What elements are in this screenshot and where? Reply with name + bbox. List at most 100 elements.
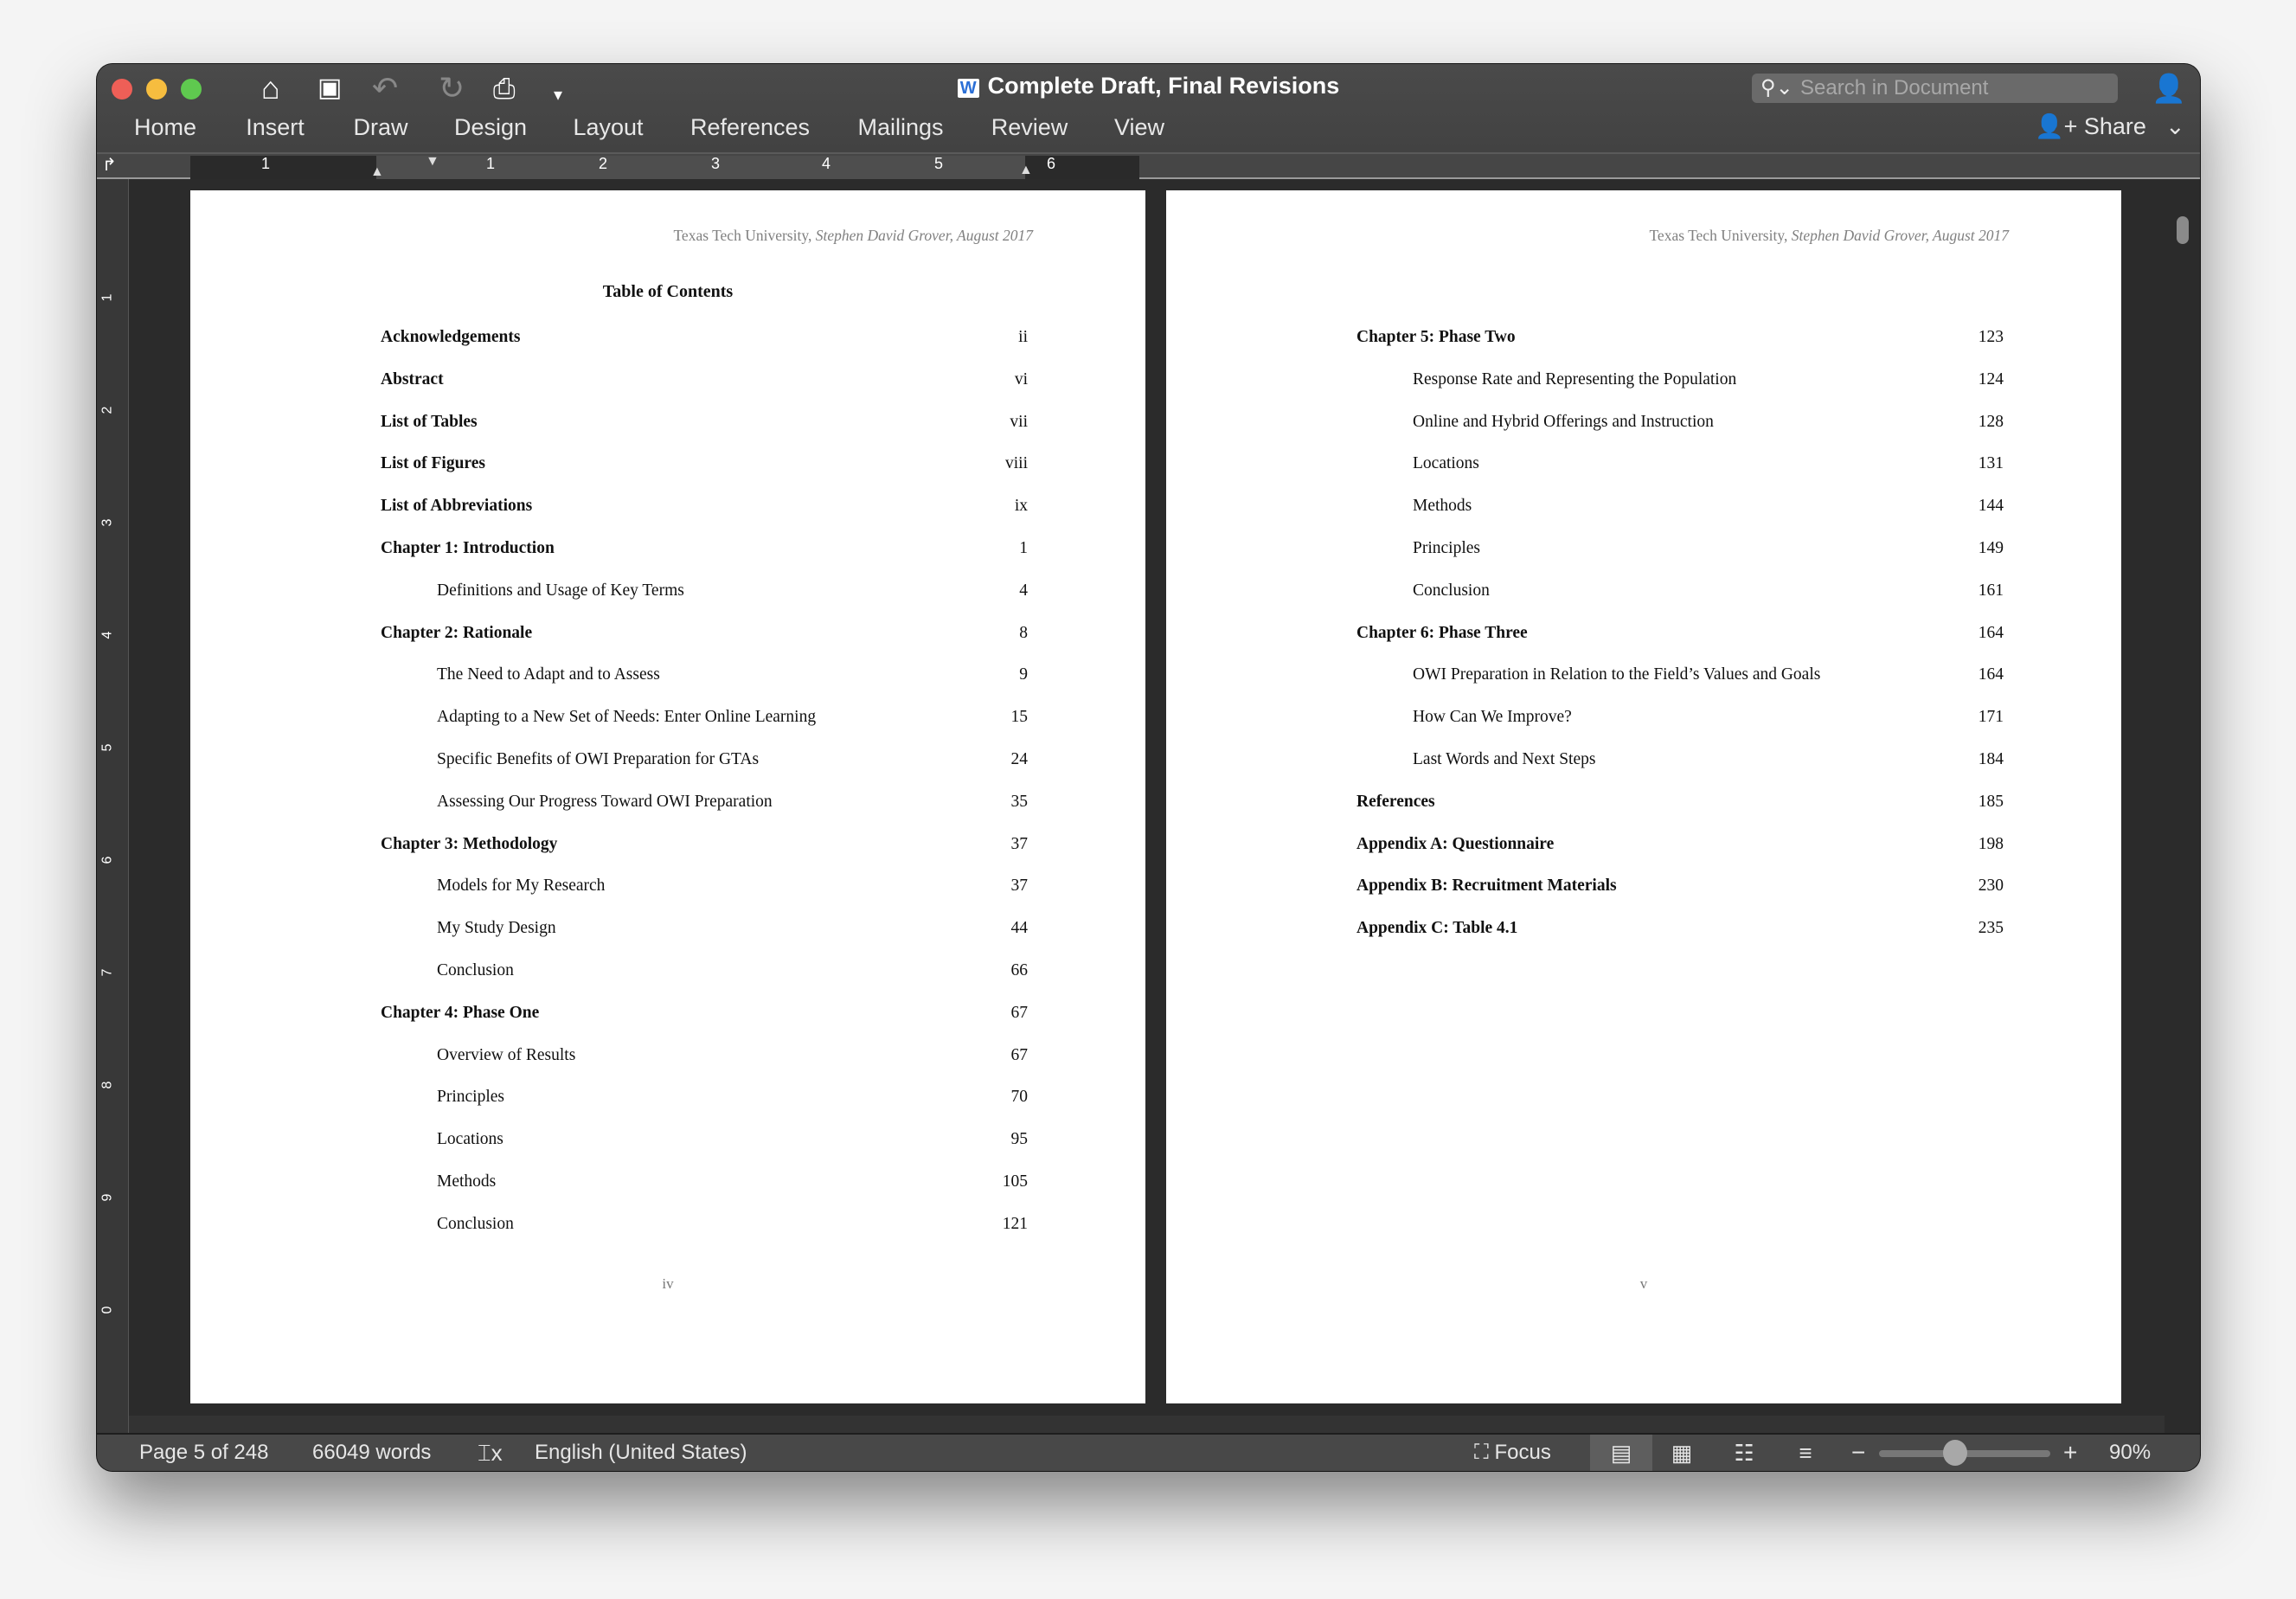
zoom-percent[interactable]: 90% [2109,1435,2151,1471]
toc-entry[interactable]: List of Figures viii [381,442,1028,485]
tab-references[interactable]: References [690,114,810,141]
toc-entry-page: 124 [1978,369,2004,389]
toc-entry[interactable]: Definitions and Usage of Key Terms 4 [437,569,1028,612]
toc-entry[interactable]: Conclusion 161 [1413,569,2004,612]
page-v[interactable]: Texas Tech University, Stephen David Gro… [1166,190,2121,1403]
tab-layout[interactable]: Layout [573,114,643,141]
toc-entry-text: List of Figures [381,454,485,473]
toc-entry[interactable]: Chapter 5: Phase Two 123 [1356,316,2004,358]
search-input[interactable]: ⚲⌄ Search in Document [1752,74,2118,103]
zoom-out-button[interactable]: − [1851,1435,1865,1471]
scrollbar-thumb[interactable] [2177,216,2189,244]
page-count[interactable]: Page 5 of 248 [139,1435,268,1471]
first-line-indent-marker[interactable]: ▼ [426,154,439,170]
vertical-ruler-label: 2 [99,406,115,414]
toc-entry[interactable]: Chapter 1: Introduction 1 [381,527,1028,569]
toc-entry[interactable]: Locations 131 [1413,442,2004,485]
word-count[interactable]: 66049 words [312,1435,431,1471]
zoom-slider-thumb[interactable] [1943,1440,1967,1466]
tab-insert[interactable]: Insert [246,114,305,141]
toc-entry[interactable]: Overview of Results 67 [437,1034,1028,1076]
toc-entry[interactable]: Appendix C: Table 4.1 235 [1356,907,2004,949]
header-author-date: Stephen David Grover, August 2017 [815,227,1033,244]
toc-entry[interactable]: Locations 95 [437,1118,1028,1160]
left-indent-marker[interactable]: ▲ [370,164,384,180]
tab-design[interactable]: Design [454,114,527,141]
toc-entry-text: How Can We Improve? [1413,708,1572,727]
toc-entry-text: List of Tables [381,412,478,431]
toc-entry[interactable]: Principles 149 [1413,527,2004,569]
toc-entry[interactable]: Chapter 4: Phase One 67 [381,992,1028,1034]
share-button[interactable]: 👤+ Share ⌄ [2035,112,2185,140]
status-bar: Page 5 of 248 66049 words ⌶x English (Un… [97,1433,2200,1471]
search-icon: ⚲⌄ [1760,76,1793,100]
header-text: Texas Tech University, [673,227,816,244]
toc-entry-text: Methods [1413,497,1472,516]
toc-entry[interactable]: Abstract vi [381,358,1028,401]
horizontal-ruler[interactable]: ↱ 1 1 2 3 4 5 6 ▼ ▲ ▲ [97,152,2200,179]
focus-button[interactable]: ⛶ Focus [1474,1435,1551,1471]
toc-entry-page: 149 [1978,539,2004,557]
print-layout-view-icon[interactable]: ▤ [1590,1435,1652,1471]
focus-label: Focus [1494,1441,1551,1464]
tab-review[interactable]: Review [991,114,1068,141]
toc-entry[interactable]: Chapter 6: Phase Three 164 [1356,612,2004,654]
tab-draw[interactable]: Draw [353,114,407,141]
toc-entry-page: 161 [1978,581,2004,600]
toc-entry-page: 164 [1978,623,2004,642]
language[interactable]: English (United States) [535,1435,747,1471]
toc-entry-page: 128 [1978,412,2004,431]
toc-entry[interactable]: Adapting to a New Set of Needs: Enter On… [437,696,1028,738]
toc-entry[interactable]: References 185 [1356,780,2004,823]
toc-entry[interactable]: Methods 144 [1413,485,2004,527]
toc-entry-page: 198 [1978,834,2004,853]
toc-entry[interactable]: OWI Preparation in Relation to the Field… [1413,653,2004,696]
toc-entry[interactable]: Chapter 2: Rationale 8 [381,612,1028,654]
toc-entry[interactable]: Acknowledgements ii [381,316,1028,358]
toc-entry[interactable]: Specific Benefits of OWI Preparation for… [437,738,1028,780]
comments-person-icon[interactable]: 👤 [2152,71,2186,106]
web-layout-view-icon[interactable]: ▦ [1651,1435,1713,1471]
vertical-scrollbar[interactable] [2165,179,2200,1433]
toc-entry[interactable]: My Study Design 44 [437,907,1028,949]
toc-entry[interactable]: Response Rate and Representing the Popul… [1413,358,2004,401]
toc-entry[interactable]: Appendix A: Questionnaire 198 [1356,823,2004,865]
toc-entry[interactable]: The Need to Adapt and to Assess 9 [437,653,1028,696]
vertical-ruler-label: 3 [99,518,115,527]
toc-entry[interactable]: How Can We Improve? 171 [1413,696,2004,738]
proofing-icon[interactable]: ⌶x [478,1435,503,1471]
tab-view[interactable]: View [1114,114,1164,141]
toc-entry-page: 67 [1010,1045,1029,1064]
toc-entry[interactable]: Online and Hybrid Offerings and Instruct… [1413,401,2004,443]
vertical-ruler[interactable]: 1 2 3 4 5 6 7 8 9 0 [97,179,129,1433]
zoom-in-button[interactable]: + [2063,1435,2077,1471]
toc-entry-page: 8 [1019,623,1028,642]
toc-entry-page: 24 [1010,750,1029,768]
toc-entry-page: 44 [1010,919,1029,938]
toc-entry[interactable]: Last Words and Next Steps 184 [1413,738,2004,780]
toc-entry[interactable]: Assessing Our Progress Toward OWI Prepar… [437,780,1028,823]
toc-entry[interactable]: List of Tables vii [381,401,1028,443]
ruler-label: 2 [599,155,608,172]
toc-entry-page: 1 [1019,539,1028,557]
tab-mailings[interactable]: Mailings [857,114,943,141]
vertical-ruler-label: 0 [99,1306,115,1314]
draft-view-icon[interactable]: ≡ [1774,1435,1837,1471]
toc-entry[interactable]: Principles 70 [437,1076,1028,1118]
toc-entry[interactable]: Conclusion 66 [437,949,1028,992]
toc-entry[interactable]: Chapter 3: Methodology 37 [381,823,1028,865]
toc-entry[interactable]: Methods 105 [437,1160,1028,1203]
page-iv[interactable]: Texas Tech University, Stephen David Gro… [190,190,1145,1403]
toc-entry-text: Response Rate and Representing the Popul… [1413,369,1737,389]
toc-entry[interactable]: List of Abbreviations ix [381,485,1028,527]
outline-view-icon[interactable]: ☷ [1713,1435,1775,1471]
toc-entry-text: The Need to Adapt and to Assess [437,665,660,684]
word-doc-icon: W [957,79,979,98]
toc-entry[interactable]: Appendix B: Recruitment Materials 230 [1356,864,2004,907]
tab-home[interactable]: Home [134,114,196,141]
toc-entry[interactable]: Models for My Research 37 [437,864,1028,907]
toc-entry[interactable]: Conclusion 121 [437,1203,1028,1245]
tab-stop-icon[interactable]: ↱ [102,154,117,176]
right-indent-marker[interactable]: ▲ [1019,163,1033,178]
toc-entry-page: 123 [1978,328,2004,346]
